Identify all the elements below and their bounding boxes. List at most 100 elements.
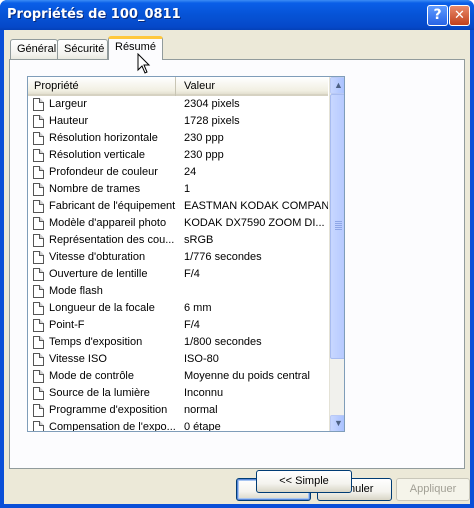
title-bar[interactable]: Propriétés de 100_0811 ? ✕: [0, 0, 474, 30]
vertical-scrollbar[interactable]: ▲ ▼: [329, 77, 344, 431]
property-value: Moyenne du poids central: [184, 370, 310, 382]
list-item[interactable]: Résolution verticale 230 ppp: [28, 147, 328, 164]
document-icon: [33, 285, 44, 298]
property-name: Compensation de l'expo...: [49, 421, 176, 432]
help-icon[interactable]: ?: [427, 5, 448, 26]
list-item[interactable]: Mode flash: [28, 283, 328, 300]
document-icon: [33, 302, 44, 315]
tab-security-label: Sécurité: [64, 43, 105, 55]
document-icon: [33, 421, 44, 431]
document-icon: [33, 115, 44, 128]
list-item[interactable]: Temps d'exposition 1/800 secondes: [28, 334, 328, 351]
property-name: Temps d'exposition: [49, 336, 143, 348]
document-icon: [33, 404, 44, 417]
property-name: Représentation des cou...: [49, 234, 175, 246]
properties-dialog: Propriétés de 100_0811 ? ✕ Général Sécur…: [0, 0, 474, 508]
property-value: 2304 pixels: [184, 98, 240, 110]
property-value: normal: [184, 404, 218, 416]
list-header: Propriété Valeur: [28, 77, 328, 96]
list-item[interactable]: Nombre de trames 1: [28, 181, 328, 198]
property-value: F/4: [184, 268, 200, 280]
property-value: sRGB: [184, 234, 214, 246]
list-item[interactable]: Programme d'exposition normal: [28, 402, 328, 419]
document-icon: [33, 234, 44, 247]
property-value: ISO-80: [184, 353, 219, 365]
tab-general[interactable]: Général: [10, 39, 58, 60]
scroll-thumb[interactable]: [330, 94, 344, 359]
document-icon: [33, 166, 44, 179]
window-title: Propriétés de 100_0811: [7, 7, 181, 22]
tab-summary[interactable]: Résumé: [108, 36, 163, 60]
property-value: 24: [184, 166, 197, 178]
document-icon: [33, 149, 44, 162]
property-value: 1/776 secondes: [184, 251, 262, 263]
property-value: 0 étape: [184, 421, 221, 432]
property-value: 1/800 secondes: [184, 336, 262, 348]
document-icon: [33, 336, 44, 349]
property-name: Hauteur: [49, 115, 89, 127]
list-item[interactable]: Point-F F/4: [28, 317, 328, 334]
list-item[interactable]: Représentation des cou... sRGB: [28, 232, 328, 249]
tab-security[interactable]: Sécurité: [57, 39, 108, 60]
property-name: Profondeur de couleur: [49, 166, 158, 178]
property-value: 6 mm: [184, 302, 212, 314]
scroll-grip-icon: [335, 221, 342, 231]
property-value: F/4: [184, 319, 200, 331]
simple-view-button[interactable]: << Simple: [256, 470, 352, 493]
property-value: 230 ppp: [184, 149, 224, 161]
document-icon: [33, 183, 44, 196]
document-icon: [33, 353, 44, 366]
scroll-up-button[interactable]: ▲: [330, 77, 344, 94]
close-icon[interactable]: ✕: [449, 5, 470, 26]
property-value: 1728 pixels: [184, 115, 240, 127]
list-item[interactable]: Source de la lumière Inconnu: [28, 385, 328, 402]
document-icon: [33, 387, 44, 400]
property-name: Point-F: [49, 319, 85, 331]
list-item[interactable]: Hauteur 1728 pixels: [28, 113, 328, 130]
document-icon: [33, 98, 44, 111]
list-item[interactable]: Fabricant de l'équipement EASTMAN KODAK C…: [28, 198, 328, 215]
property-name: Fabricant de l'équipement: [49, 200, 176, 212]
property-value: 230 ppp: [184, 132, 224, 144]
property-name: Source de la lumière: [49, 387, 150, 399]
list-item[interactable]: Ouverture de lentille F/4: [28, 266, 328, 283]
property-name: Résolution verticale: [49, 149, 145, 161]
list-item[interactable]: Profondeur de couleur 24: [28, 164, 328, 181]
property-name: Nombre de trames: [49, 183, 141, 195]
scroll-down-button[interactable]: ▼: [330, 415, 344, 431]
property-value: 1: [184, 183, 191, 195]
property-name: Largeur: [49, 98, 87, 110]
document-icon: [33, 251, 44, 264]
document-icon: [33, 217, 44, 230]
list-item[interactable]: Vitesse ISO ISO-80: [28, 351, 328, 368]
document-icon: [33, 370, 44, 383]
property-name: Programme d'exposition: [49, 404, 168, 416]
property-name: Mode de contrôle: [49, 370, 134, 382]
property-value: EASTMAN KODAK COMPANY: [184, 200, 328, 212]
apply-button[interactable]: Appliquer: [396, 478, 470, 501]
document-icon: [33, 132, 44, 145]
tab-summary-label: Résumé: [115, 41, 156, 53]
document-icon: [33, 319, 44, 332]
property-value: Inconnu: [184, 387, 224, 399]
column-header-value[interactable]: Valeur: [178, 77, 328, 96]
list-item[interactable]: Modèle d'appareil photo KODAK DX7590 ZOOM…: [28, 215, 328, 232]
property-name: Résolution horizontale: [49, 132, 158, 144]
property-name: Vitesse d'obturation: [49, 251, 146, 263]
list-item[interactable]: Compensation de l'expo... 0 étape: [28, 419, 328, 432]
property-name: Mode flash: [49, 285, 103, 297]
properties-list[interactable]: Propriété Valeur Largeur 2304 pixels Haute…: [27, 76, 345, 432]
list-item[interactable]: Résolution horizontale 230 ppp: [28, 130, 328, 147]
list-item[interactable]: Longueur de la focale 6 mm: [28, 300, 328, 317]
list-item[interactable]: Mode de contrôle Moyenne du poids central: [28, 368, 328, 385]
document-icon: [33, 268, 44, 281]
property-name: Modèle d'appareil photo: [49, 217, 167, 229]
property-name: Vitesse ISO: [49, 353, 107, 365]
list-rows: Largeur 2304 pixels Hauteur 1728 pixels Réso…: [28, 96, 328, 432]
tab-general-label: Général: [17, 43, 57, 55]
list-item[interactable]: Largeur 2304 pixels: [28, 96, 328, 113]
property-value: KODAK DX7590 ZOOM DI...: [184, 217, 325, 229]
property-name: Ouverture de lentille: [49, 268, 148, 280]
list-item[interactable]: Vitesse d'obturation 1/776 secondes: [28, 249, 328, 266]
column-header-property[interactable]: Propriété: [28, 77, 176, 96]
